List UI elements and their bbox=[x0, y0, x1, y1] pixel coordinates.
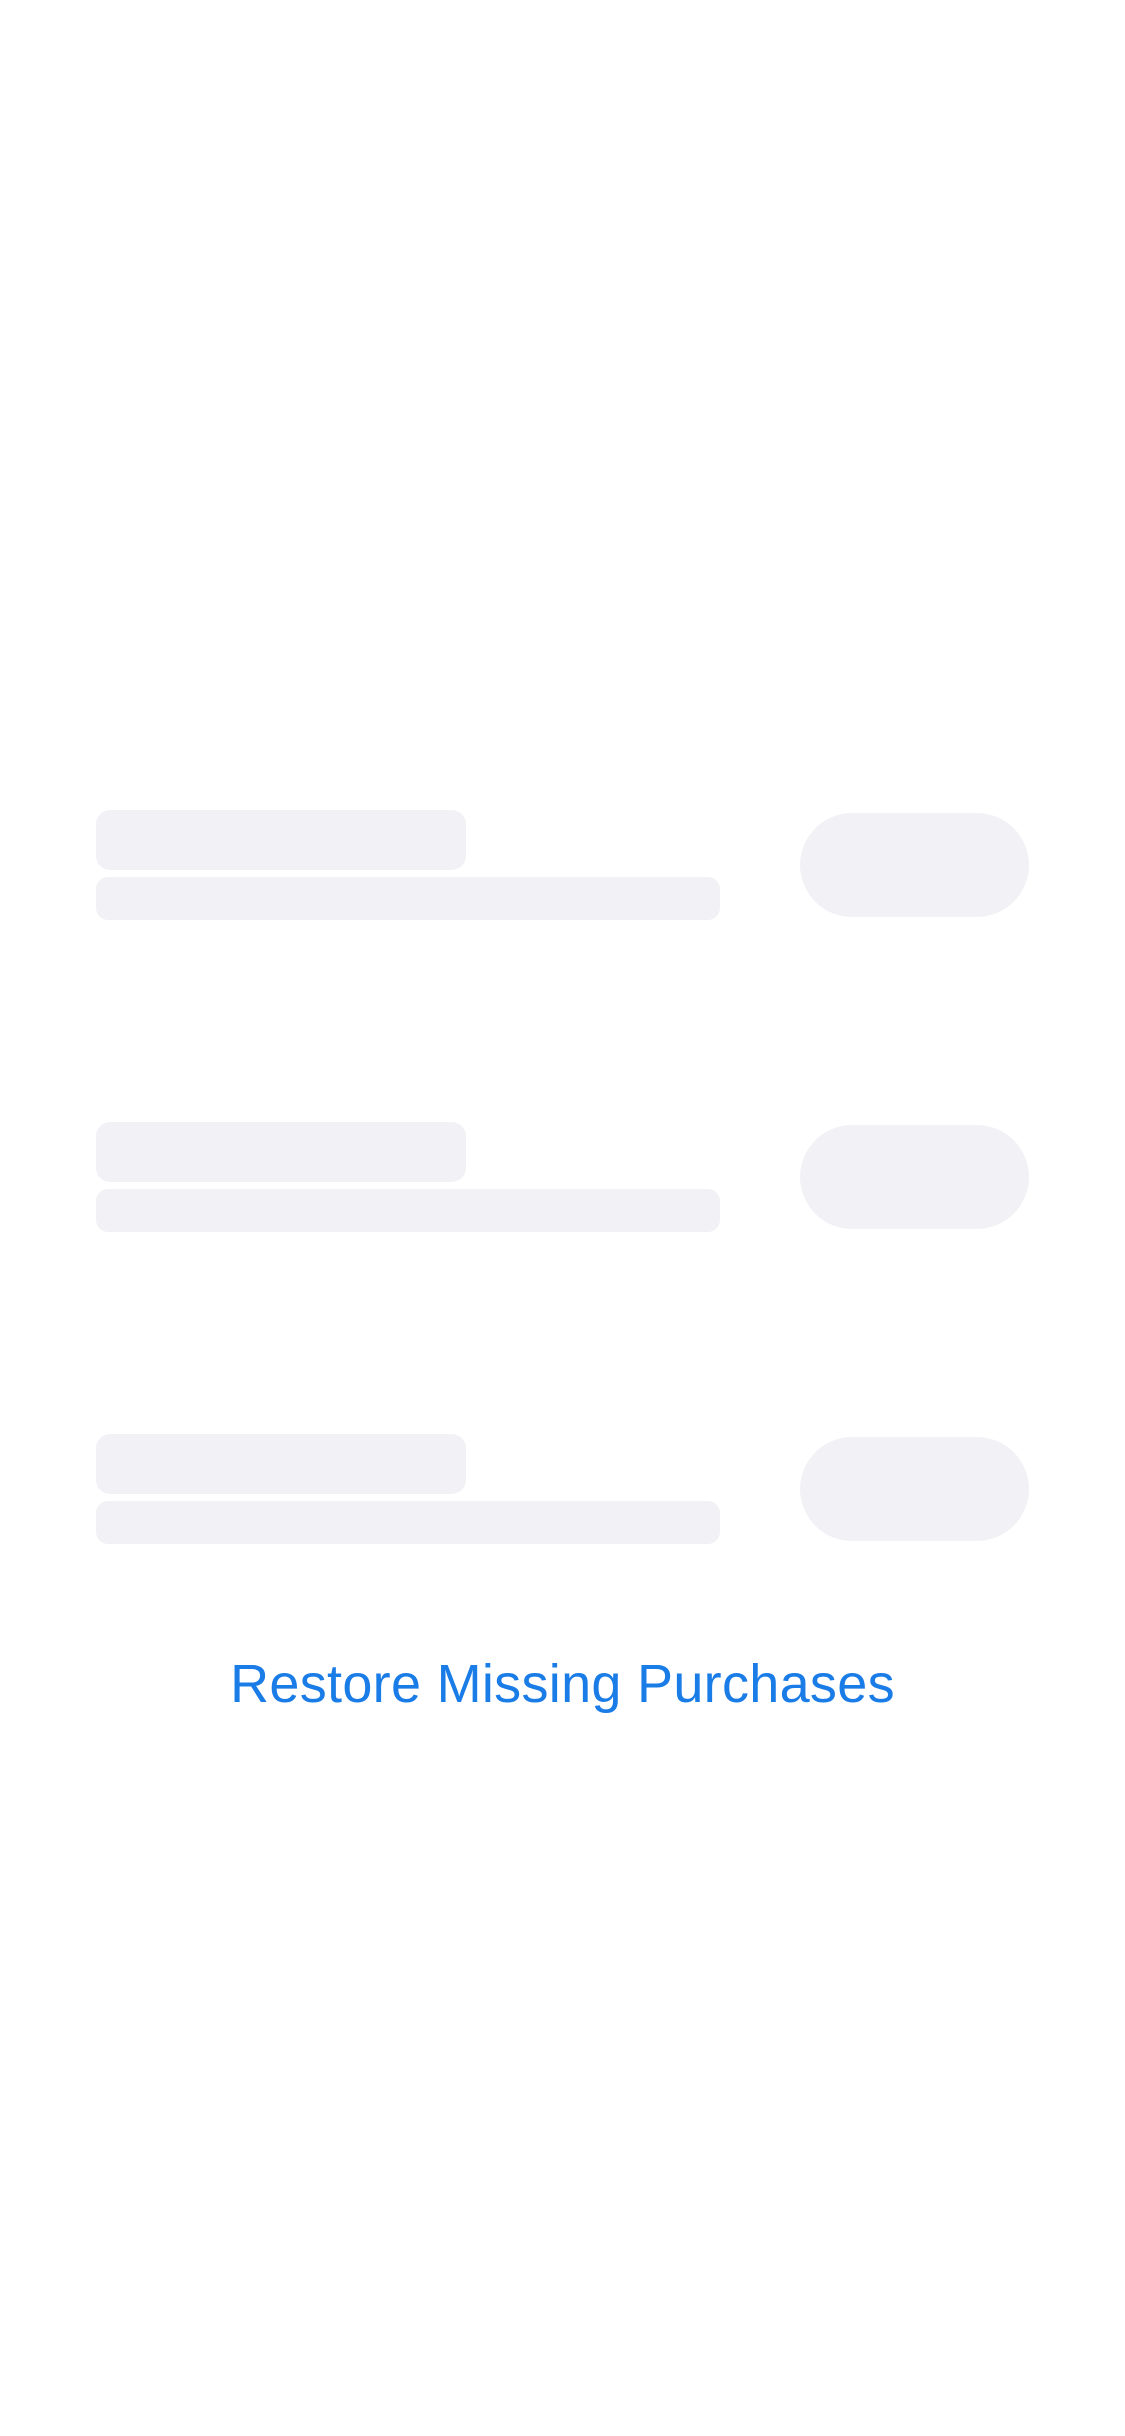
title-placeholder bbox=[96, 810, 466, 870]
price-button-placeholder bbox=[800, 1125, 1029, 1229]
price-button-placeholder bbox=[800, 1437, 1029, 1541]
price-button-placeholder bbox=[800, 813, 1029, 917]
subtitle-placeholder bbox=[96, 1501, 720, 1544]
title-placeholder bbox=[96, 1122, 466, 1182]
purchases-screen: Restore Missing Purchases bbox=[0, 0, 1125, 2436]
loading-purchase-row bbox=[0, 1120, 1125, 1250]
restore-purchases-button[interactable]: Restore Missing Purchases bbox=[0, 1648, 1125, 1720]
subtitle-placeholder bbox=[96, 877, 720, 920]
loading-purchase-row bbox=[0, 1432, 1125, 1562]
title-placeholder bbox=[96, 1434, 466, 1494]
loading-purchase-row bbox=[0, 808, 1125, 938]
subtitle-placeholder bbox=[96, 1189, 720, 1232]
